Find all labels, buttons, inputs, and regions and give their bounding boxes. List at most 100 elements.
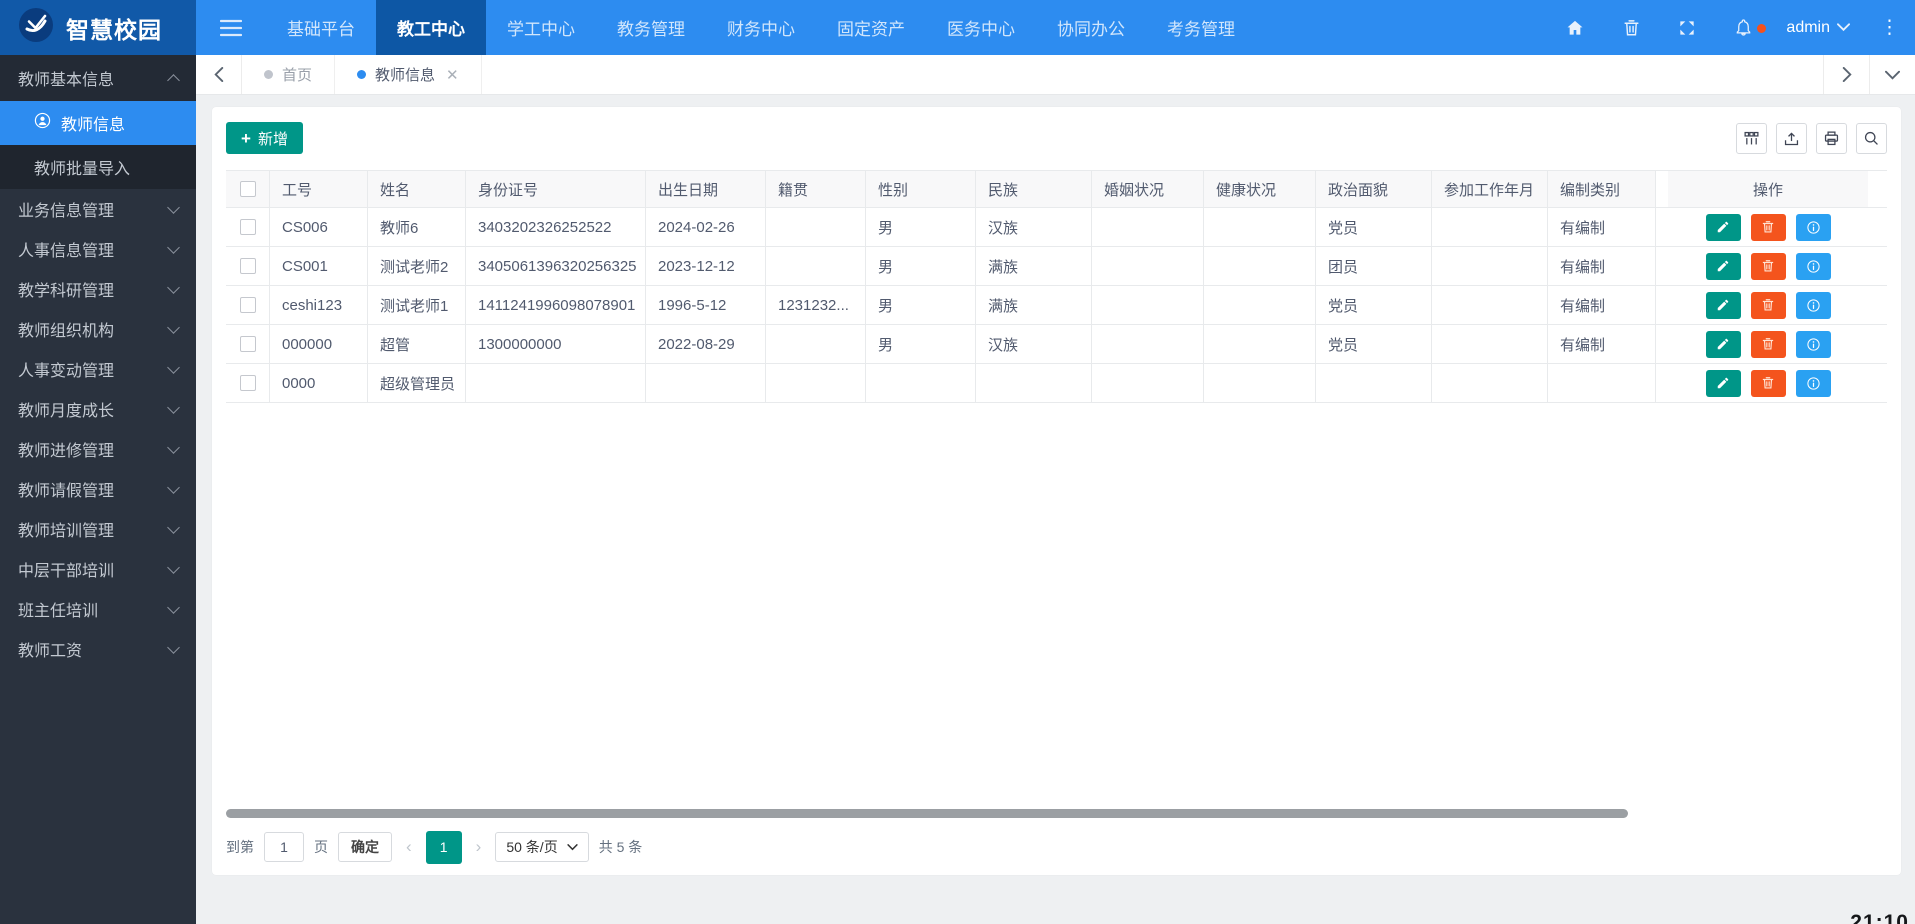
header-political-status: 政治面貌 [1316, 171, 1432, 207]
header-name: 姓名 [368, 171, 466, 207]
row-checkbox[interactable] [240, 336, 256, 352]
topnav-item-collab-office[interactable]: 协同办公 [1036, 0, 1146, 55]
chevron-down-icon [167, 321, 180, 334]
trash-icon[interactable] [1618, 15, 1644, 41]
sidebar-group-teacher-salary[interactable]: 教师工资 [0, 629, 196, 669]
tab-teacher-info[interactable]: 教师信息 ✕ [335, 55, 482, 94]
delete-button[interactable] [1751, 292, 1786, 319]
row-checkbox[interactable] [240, 375, 256, 391]
delete-button[interactable] [1751, 214, 1786, 241]
chevron-down-icon [167, 521, 180, 534]
table-row: 0000 超级管理员 [226, 364, 1887, 403]
add-button[interactable]: + 新增 [226, 122, 303, 154]
select-all-checkbox[interactable] [240, 181, 256, 197]
cell-political-status [1316, 364, 1432, 402]
edit-button[interactable] [1706, 292, 1741, 319]
user-menu[interactable]: admin [1786, 19, 1850, 37]
prev-page-icon[interactable]: ‹ [402, 837, 416, 857]
sidebar-group-leave-mgmt[interactable]: 教师请假管理 [0, 469, 196, 509]
cell-id-card: 1411241996098078901 [466, 286, 646, 324]
topnav-item-finance-center[interactable]: 财务中心 [706, 0, 816, 55]
sidebar-group-hr-changes[interactable]: 人事变动管理 [0, 349, 196, 389]
info-button[interactable] [1796, 214, 1831, 241]
print-icon[interactable] [1816, 123, 1847, 154]
header-work-start-date: 参加工作年月 [1432, 171, 1548, 207]
sidebar-group-business-info[interactable]: 业务信息管理 [0, 189, 196, 229]
cell-ethnicity: 汉族 [976, 325, 1092, 363]
sidebar-item-teacher-info[interactable]: 教师信息 [0, 101, 196, 145]
cell-health-status [1204, 208, 1316, 246]
topnav-item-academic-mgmt[interactable]: 教务管理 [596, 0, 706, 55]
export-icon[interactable] [1776, 123, 1807, 154]
confirm-button[interactable]: 确定 [338, 832, 392, 862]
topnav-item-exam-mgmt[interactable]: 考务管理 [1146, 0, 1256, 55]
info-button[interactable] [1796, 331, 1831, 358]
chevron-down-icon [167, 201, 180, 214]
bell-icon[interactable] [1730, 15, 1756, 41]
sidebar-section-teacher-basic-info[interactable]: 教师基本信息 [0, 55, 196, 101]
tab-dot [357, 70, 366, 79]
delete-button[interactable] [1751, 253, 1786, 280]
edit-button[interactable] [1706, 370, 1741, 397]
header-birth-date: 出生日期 [646, 171, 766, 207]
cell-employee-id: CS001 [270, 247, 368, 285]
cell-name: 测试老师1 [368, 286, 466, 324]
tabs-scroll-left-button[interactable] [196, 55, 242, 94]
fullscreen-icon[interactable] [1674, 15, 1700, 41]
sidebar-group-hr-info[interactable]: 人事信息管理 [0, 229, 196, 269]
pagination-bar: 到第 页 确定 ‹ 1 › 50 条/页 共 5 条 [226, 830, 642, 864]
delete-button[interactable] [1751, 370, 1786, 397]
sidebar-group-further-training[interactable]: 教师进修管理 [0, 429, 196, 469]
sidebar-group-cadre-training[interactable]: 中层干部培训 [0, 549, 196, 589]
row-checkbox[interactable] [240, 219, 256, 235]
content-area: + 新增 [196, 95, 1915, 924]
topnav-item-staff-center[interactable]: 教工中心 [376, 0, 486, 55]
header-establishment-type: 编制类别 [1548, 171, 1656, 207]
sidebar-item-teacher-batch-import[interactable]: 教师批量导入 [0, 145, 196, 189]
sidebar-group-teacher-org[interactable]: 教师组织机构 [0, 309, 196, 349]
sidebar-group-teaching-research[interactable]: 教学科研管理 [0, 269, 196, 309]
info-button[interactable] [1796, 370, 1831, 397]
topnav-item-student-center[interactable]: 学工中心 [486, 0, 596, 55]
sidebar-group-headteacher-training[interactable]: 班主任培训 [0, 589, 196, 629]
next-page-icon[interactable]: › [472, 837, 486, 857]
sidebar-group-monthly-growth[interactable]: 教师月度成长 [0, 389, 196, 429]
tab-home[interactable]: 首页 [242, 55, 335, 94]
info-button[interactable] [1796, 292, 1831, 319]
cell-establishment-type: 有编制 [1548, 247, 1656, 285]
tabs-menu-button[interactable] [1869, 55, 1915, 94]
table-toolbar: + 新增 [226, 121, 1887, 155]
page-number-input[interactable] [264, 832, 304, 862]
topnav-item-medical-center[interactable]: 医务中心 [926, 0, 1036, 55]
table-row: 000000 超管 1300000000 2022-08-29 男 汉族 党员 … [226, 325, 1887, 364]
zoom-icon[interactable] [1856, 123, 1887, 154]
row-checkbox[interactable] [240, 297, 256, 313]
info-button[interactable] [1796, 253, 1831, 280]
topnav-item-base-platform[interactable]: 基础平台 [266, 0, 376, 55]
app-logo[interactable]: 智慧校园 [0, 0, 196, 55]
goto-label: 到第 [226, 837, 254, 857]
hamburger-icon[interactable] [196, 0, 266, 55]
tabs-scroll-right-button[interactable] [1823, 55, 1869, 94]
close-icon[interactable]: ✕ [446, 66, 459, 84]
row-checkbox[interactable] [240, 258, 256, 274]
edit-button[interactable] [1706, 214, 1741, 241]
clock-overlay: 21:10 [1850, 911, 1909, 924]
page-size-select[interactable]: 50 条/页 [495, 832, 588, 862]
page-button[interactable]: 1 [426, 831, 462, 864]
sidebar-item-label: 教师批量导入 [34, 155, 130, 179]
edit-button[interactable] [1706, 331, 1741, 358]
edit-button[interactable] [1706, 253, 1741, 280]
cell-native-place [766, 247, 866, 285]
home-icon[interactable] [1562, 15, 1588, 41]
cell-establishment-type: 有编制 [1548, 208, 1656, 246]
sidebar-group-training-mgmt[interactable]: 教师培训管理 [0, 509, 196, 549]
horizontal-scrollbar[interactable] [226, 809, 1628, 818]
cell-id-card [466, 364, 646, 402]
columns-icon[interactable] [1736, 123, 1767, 154]
delete-button[interactable] [1751, 331, 1786, 358]
topnav-item-fixed-assets[interactable]: 固定资产 [816, 0, 926, 55]
cell-gender: 男 [866, 325, 976, 363]
header-id-card: 身份证号 [466, 171, 646, 207]
more-icon[interactable]: ⋮ [1880, 18, 1899, 37]
